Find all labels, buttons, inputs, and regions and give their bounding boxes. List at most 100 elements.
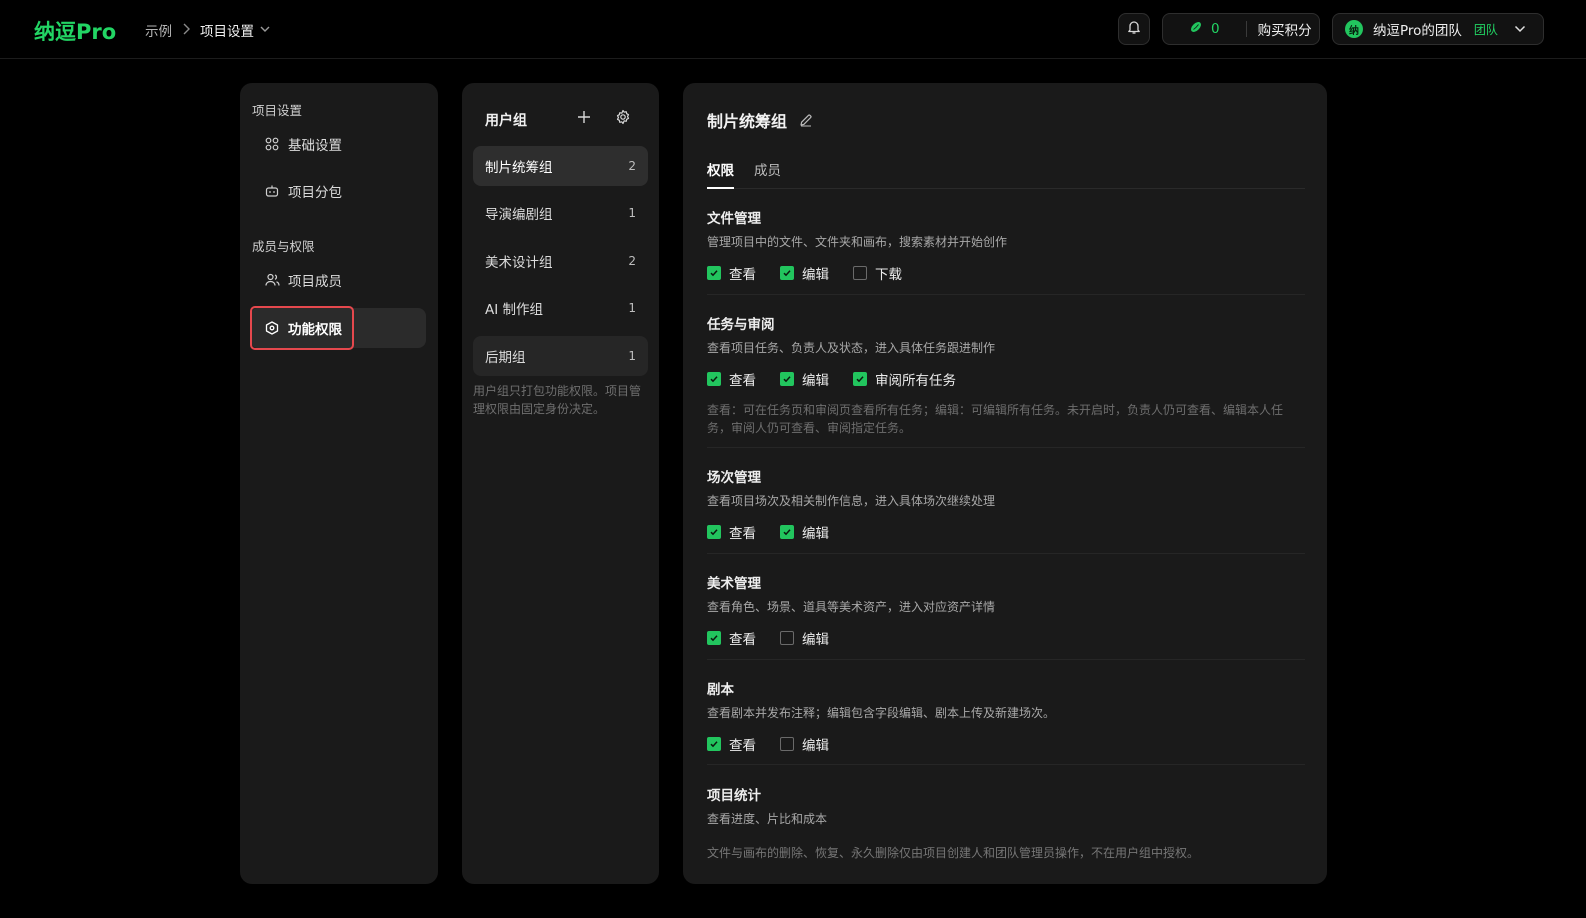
points-value: 0 (1211, 21, 1220, 37)
permission-section-script: 剧本 查看剧本并发布注释；编辑包含字段编辑、剧本上传及新建场次。 查看 编辑 (707, 678, 1305, 754)
section-desc: 查看进度、片比和成本 (707, 812, 828, 826)
divider (1245, 21, 1247, 37)
section-desc: 查看项目场次及相关制作信息，进入具体场次继续处理 (707, 494, 996, 508)
option-label: 编辑 (802, 373, 829, 389)
chevron-down-icon (1514, 21, 1526, 37)
group-name: 美术设计组 (485, 255, 553, 271)
sidebar-item-members[interactable]: 项目成员 (250, 260, 426, 300)
checkbox-edit[interactable]: 编辑 (780, 263, 829, 283)
group-item[interactable]: 制片统筹组 2 (473, 146, 648, 186)
option-row: 查看 编辑 (707, 522, 1305, 542)
points-widget[interactable]: 0 购买积分 (1162, 13, 1320, 45)
footer-note: 文件与画布的删除、恢复、永久删除仅由项目创建人和团队管理员操作，不在用户组中授权… (707, 846, 1200, 860)
checkbox-edit[interactable]: 编辑 (780, 522, 829, 542)
notification-button[interactable] (1118, 13, 1150, 45)
users-icon (264, 272, 280, 288)
checkbox-review-all[interactable]: 审阅所有任务 (853, 369, 956, 389)
option-label: 查看 (729, 373, 756, 389)
option-label: 下载 (875, 267, 902, 283)
option-label: 编辑 (802, 738, 829, 754)
tab-members[interactable]: 成员 (754, 159, 781, 189)
bell-icon (1126, 19, 1142, 39)
team-name: 纳逗Pro的团队 (1373, 23, 1462, 39)
permission-section-scenes: 场次管理 查看项目场次及相关制作信息，进入具体场次继续处理 查看 编辑 (707, 466, 1305, 542)
settings-sidebar: 项目设置 基础设置 项目分包 成员与权限 项目成员 功能权限 (240, 83, 438, 884)
group-item[interactable]: AI 制作组 1 (473, 288, 648, 328)
checkbox-view[interactable]: 查看 (707, 263, 756, 283)
permissions-panel: 制片统筹组 权限 成员 文件管理 管理项目中的文件、文件夹和画布，搜索素材并开始… (683, 83, 1327, 884)
checkbox-checked-icon (707, 737, 721, 751)
buy-points-button[interactable]: 购买积分 (1258, 19, 1312, 39)
tab-permissions[interactable]: 权限 (707, 159, 734, 189)
sidebar-item-subpackage[interactable]: 项目分包 (250, 171, 426, 211)
team-badge: 团队 (1473, 22, 1498, 37)
group-count: 2 (628, 159, 636, 173)
checkbox-checked-icon (780, 525, 794, 539)
checkbox-download[interactable]: 下载 (853, 263, 902, 283)
gear-icon (615, 109, 631, 129)
option-row: 查看 编辑 (707, 734, 1305, 754)
group-title: 制片统筹组 (707, 108, 813, 132)
divider (707, 764, 1305, 765)
group-item[interactable]: 后期组 1 (473, 336, 648, 376)
sidebar-item-label: 基础设置 (288, 138, 342, 154)
app-logo[interactable]: 纳逗Pro (34, 16, 116, 46)
group-settings-button[interactable] (615, 109, 631, 129)
checkbox-edit[interactable]: 编辑 (780, 369, 829, 389)
option-label: 编辑 (802, 632, 829, 648)
divider (707, 447, 1305, 448)
team-avatar: 纳 (1345, 20, 1363, 38)
user-groups-title: 用户组 (485, 113, 527, 129)
section-title-members-permissions: 成员与权限 (252, 239, 315, 254)
group-item[interactable]: 美术设计组 2 (473, 241, 648, 281)
checkbox-view[interactable]: 查看 (707, 734, 756, 754)
chevron-right-icon (182, 23, 190, 38)
group-count: 1 (628, 349, 636, 363)
group-count: 1 (628, 301, 636, 315)
checkbox-checked-icon (707, 525, 721, 539)
section-title: 项目统计 (707, 788, 761, 804)
checkbox-edit[interactable]: 编辑 (780, 628, 829, 648)
checkbox-view[interactable]: 查看 (707, 628, 756, 648)
checkbox-checked-icon (707, 372, 721, 386)
divider (707, 294, 1305, 295)
sidebar-item-label: 功能权限 (288, 322, 342, 338)
sidebar-item-basic-settings[interactable]: 基础设置 (250, 124, 426, 164)
breadcrumb-root[interactable]: 示例 (145, 20, 172, 40)
option-label: 查看 (729, 632, 756, 648)
divider (707, 659, 1305, 660)
group-name: 后期组 (485, 350, 526, 366)
group-name: AI 制作组 (485, 302, 544, 318)
sidebar-item-permissions[interactable]: 功能权限 (250, 308, 426, 348)
option-row: 查看 编辑 下载 (707, 263, 1305, 283)
team-switcher[interactable]: 纳 纳逗Pro的团队 团队 (1332, 13, 1544, 45)
checkbox-view[interactable]: 查看 (707, 522, 756, 542)
group-count: 1 (628, 206, 636, 220)
chevron-down-icon[interactable] (260, 25, 270, 36)
section-desc: 查看项目任务、负责人及状态，进入具体任务跟进制作 (707, 341, 996, 355)
section-desc: 查看角色、场景、道具等美术资产，进入对应资产详情 (707, 600, 996, 614)
edit-icon[interactable] (799, 113, 813, 127)
section-desc: 管理项目中的文件、文件夹和画布，搜索素材并开始创作 (707, 235, 1008, 249)
option-label: 查看 (729, 738, 756, 754)
checkbox-unchecked-icon (780, 631, 794, 645)
top-bar: 纳逗Pro 示例 项目设置 0 购买积分 纳 纳逗Pro的团队 团队 (0, 0, 1586, 59)
sidebar-item-label: 项目分包 (288, 185, 342, 201)
add-group-button[interactable] (576, 109, 592, 129)
option-label: 查看 (729, 526, 756, 542)
option-row: 查看 编辑 (707, 628, 1305, 648)
checkbox-checked-icon (780, 372, 794, 386)
option-row: 查看 编辑 审阅所有任务 (707, 369, 1305, 389)
section-desc: 查看剧本并发布注释；编辑包含字段编辑、剧本上传及新建场次。 (707, 706, 1056, 720)
checkbox-checked-icon (780, 266, 794, 280)
group-item[interactable]: 导演编剧组 1 (473, 193, 648, 233)
breadcrumb-current[interactable]: 项目设置 (200, 20, 254, 40)
bean-icon (1189, 20, 1203, 38)
checkbox-view[interactable]: 查看 (707, 369, 756, 389)
group-title-text: 制片统筹组 (707, 112, 788, 131)
section-title: 剧本 (707, 682, 734, 698)
checkbox-edit[interactable]: 编辑 (780, 734, 829, 754)
breadcrumb: 示例 项目设置 (145, 20, 270, 40)
sidebar-item-label: 项目成员 (288, 274, 342, 290)
option-label: 查看 (729, 267, 756, 283)
